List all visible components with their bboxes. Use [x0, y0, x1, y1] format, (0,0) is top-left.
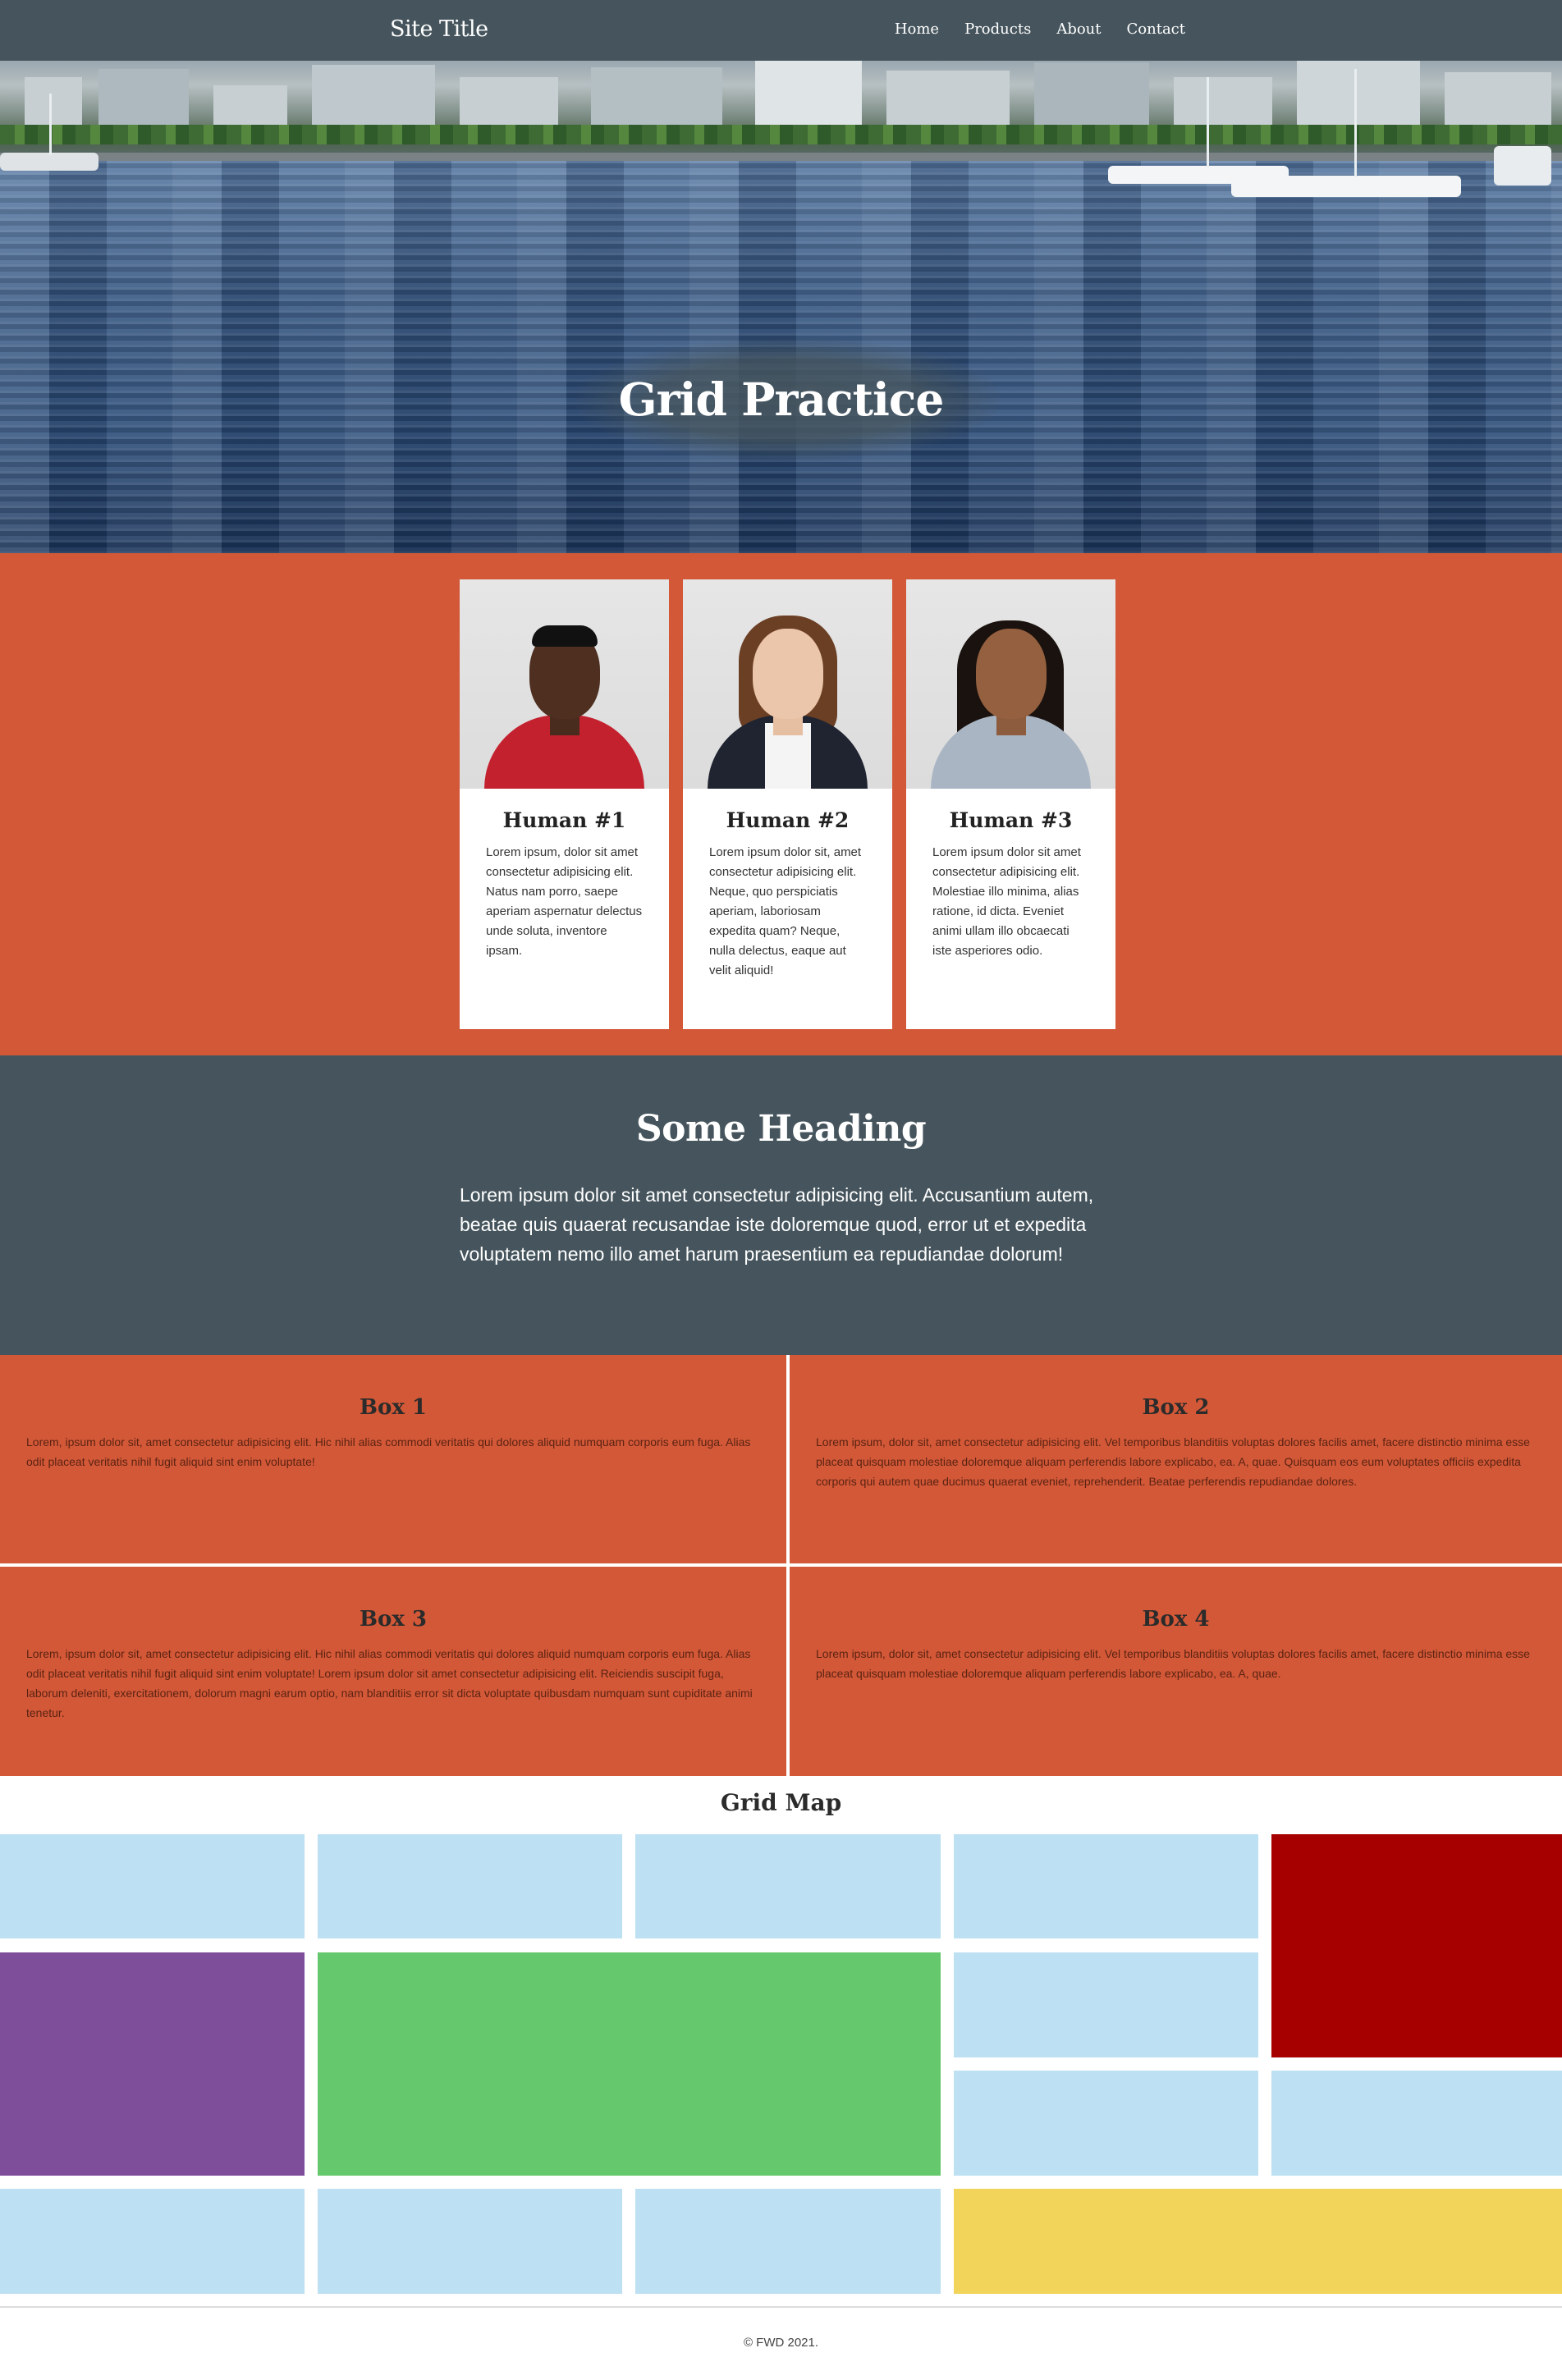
nav-link-products[interactable]: Products	[964, 18, 1031, 41]
box-title-2: Box 2	[1142, 1395, 1210, 1420]
boat-right-mast	[1207, 77, 1209, 167]
box-text-3: Lorem, ipsum dolor sit, amet consectetur…	[26, 1647, 753, 1719]
grid-map-title: Grid Map	[720, 1789, 842, 1816]
person-card-3: Human #3 Lorem ipsum dolor sit amet cons…	[906, 579, 1115, 1029]
footer-divider	[0, 2306, 1562, 2308]
box-title-1: Box 1	[360, 1395, 427, 1420]
boat-right-2-mast	[1354, 69, 1357, 177]
person-name-3: Human #3	[949, 808, 1073, 832]
boat-right-2	[1231, 176, 1461, 197]
feature-heading: Some Heading	[635, 1108, 927, 1150]
hero-pier	[0, 153, 1562, 161]
box-text-4: Lorem ipsum, dolor sit, amet consectetur…	[816, 1647, 1530, 1680]
feature-section: Some Heading Lorem ipsum dolor sit amet …	[0, 1055, 1562, 1355]
hero-city-skyline	[0, 61, 1562, 159]
grid-cell-blue	[635, 2189, 941, 2294]
person-card-2: Human #2 Lorem ipsum dolor sit, amet con…	[683, 579, 892, 1029]
person-name-1: Human #1	[502, 808, 626, 832]
grid-cell-blue	[954, 2071, 1258, 2176]
grid-cell-blue	[0, 2189, 305, 2294]
hero-banner: Grid Practice	[0, 61, 1562, 553]
box-text-1: Lorem, ipsum dolor sit, amet consectetur…	[26, 1435, 751, 1468]
site-title[interactable]: Site Title	[390, 15, 488, 44]
boat-left	[0, 153, 98, 171]
grid-cell-blue	[954, 1952, 1258, 2057]
grid-cell-blue	[635, 1834, 941, 1938]
nav-link-home[interactable]: Home	[895, 18, 939, 41]
footer-copyright: © FWD 2021.	[743, 2336, 819, 2350]
nav-link-contact[interactable]: Contact	[1127, 18, 1185, 41]
boat-far-right	[1494, 146, 1551, 185]
people-section: Human #1 Lorem ipsum, dolor sit amet con…	[0, 553, 1562, 1055]
main-nav: Home Products About Contact	[895, 18, 1185, 41]
box-3: Box 3 Lorem, ipsum dolor sit, amet conse…	[0, 1567, 786, 1776]
boat-left-mast	[49, 94, 52, 155]
box-title-3: Box 3	[360, 1607, 427, 1632]
grid-cell-red	[1271, 1834, 1562, 2057]
box-text-2: Lorem ipsum, dolor sit, amet consectetur…	[816, 1435, 1530, 1488]
nav-link-about[interactable]: About	[1056, 18, 1101, 41]
box-title-4: Box 4	[1142, 1607, 1210, 1632]
grid-cell-blue	[1271, 2071, 1562, 2176]
grid-cell-blue	[318, 1834, 622, 1938]
box-4: Box 4 Lorem ipsum, dolor sit, amet conse…	[790, 1567, 1562, 1776]
site-header: Site Title Home Products About Contact	[0, 0, 1562, 61]
hero-title: Grid Practice	[618, 373, 945, 426]
person-text-2: Lorem ipsum dolor sit, amet consectetur …	[709, 845, 862, 977]
person-text-1: Lorem ipsum, dolor sit amet consectetur …	[486, 845, 643, 958]
person-photo-1	[460, 579, 669, 789]
grid-cell-purple	[0, 1952, 305, 2176]
person-card-1: Human #1 Lorem ipsum, dolor sit amet con…	[460, 579, 669, 1029]
grid-cell-blue	[0, 1834, 305, 1938]
feature-text: Lorem ipsum dolor sit amet consectetur a…	[460, 1184, 1094, 1265]
person-photo-2	[683, 579, 892, 789]
box-1: Box 1 Lorem, ipsum dolor sit, amet conse…	[0, 1355, 786, 1563]
person-text-3: Lorem ipsum dolor sit amet consectetur a…	[932, 845, 1081, 958]
box-2: Box 2 Lorem ipsum, dolor sit, amet conse…	[790, 1355, 1562, 1563]
grid-cell-green	[318, 1952, 941, 2176]
grid-cell-yellow	[954, 2189, 1562, 2294]
person-name-2: Human #2	[726, 808, 850, 832]
boxes-section: Box 1 Lorem, ipsum dolor sit, amet conse…	[0, 1355, 1562, 1776]
grid-cell-blue	[318, 2189, 622, 2294]
person-photo-3	[906, 579, 1115, 789]
grid-cell-blue	[954, 1834, 1258, 1938]
